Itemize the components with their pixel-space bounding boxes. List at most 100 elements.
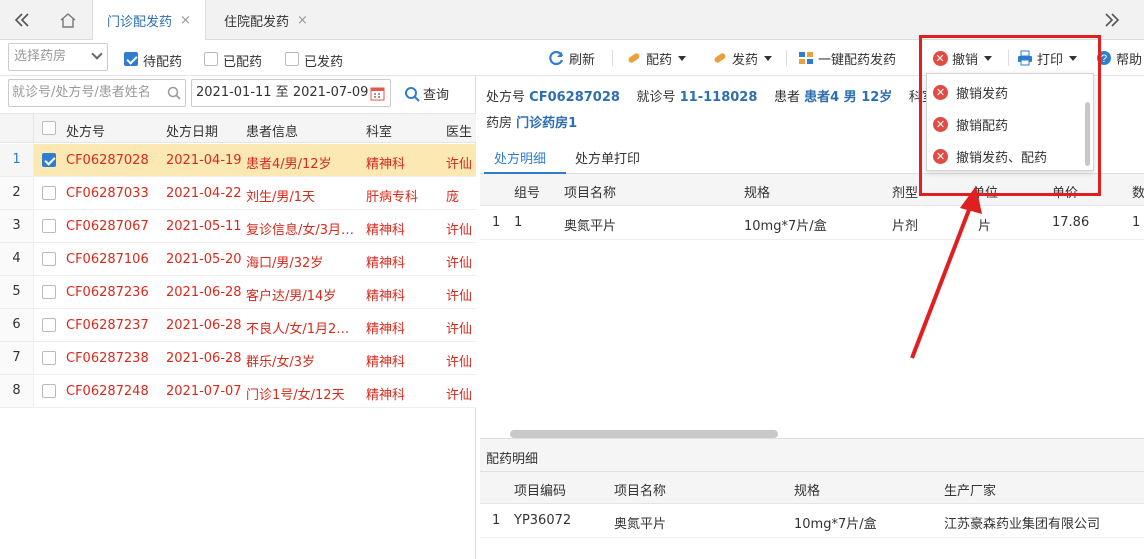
row-number: 3 [0, 210, 34, 242]
search-icon [167, 86, 181, 100]
row-checkbox[interactable] [42, 351, 56, 365]
prescription-table-header: 处方号 处方日期 患者信息 科室 医生 [0, 113, 476, 143]
cell-id: CF06287248 [66, 384, 149, 399]
cell-date: 2021-06-28 [166, 318, 242, 333]
cell-date: 2021-05-11 [166, 219, 242, 234]
col-department[interactable]: 科室 [366, 121, 392, 140]
home-icon [60, 12, 76, 28]
table-row[interactable]: 5 CF06287236 2021-06-28 客户达/男/14岁 精神科 许仙 [0, 276, 476, 309]
row-number: 6 [0, 309, 34, 341]
cell-date: 2021-06-28 [166, 351, 242, 366]
cell-patient: 不良人/女/1月2… [246, 322, 350, 337]
cell-dept: 精神科 [366, 256, 406, 271]
row-number: 1 [0, 144, 34, 176]
col-rx-number[interactable]: 处方号 [66, 121, 105, 140]
prescription-info-line1: 处方号 CF06287028 就诊号 11-118028 患者 患者4 男 12… [486, 86, 952, 105]
tab-rx-detail[interactable]: 处方明细 [494, 148, 546, 167]
row-number-header [0, 114, 34, 142]
cell-id: CF06287033 [66, 186, 149, 201]
table-row[interactable]: 1 1 奥氮平片 10mg*7片/盒 片剂 片 17.86 1 [480, 207, 1144, 240]
prescription-list-panel: 就诊号/处方号/患者姓名 2021-01-11 至 2021-07-09 查询 … [0, 76, 476, 559]
highlight-box [919, 35, 1101, 196]
col-item-name[interactable]: 项目名称 [564, 182, 616, 201]
row-checkbox[interactable] [42, 285, 56, 299]
rx-label: 处方号 [486, 90, 526, 105]
query-label: 查询 [423, 88, 450, 103]
tab-rx-print[interactable]: 处方单打印 [575, 148, 640, 167]
table-row[interactable]: 4 CF06287106 2021-05-20 海口/男/32岁 精神科 许仙 [0, 243, 476, 276]
cell-patient: 刘生/男/1天 [246, 190, 316, 205]
close-icon[interactable]: × [297, 13, 308, 28]
prepare-button[interactable]: 配药 [626, 48, 687, 68]
col-item-code[interactable]: 项目编码 [514, 480, 566, 499]
table-row[interactable]: 6 CF06287237 2021-06-28 不良人/女/1月2… 精神科 许仙 [0, 309, 476, 342]
col-spec[interactable]: 规格 [794, 480, 820, 499]
row-number: 1 [492, 513, 501, 528]
pharmacy-value: 门诊药房1 [516, 116, 578, 131]
close-icon[interactable]: × [180, 13, 191, 28]
dispense-button[interactable]: 发药 [712, 48, 773, 68]
row-checkbox[interactable] [42, 153, 56, 167]
toolbar-divider [612, 50, 613, 66]
collapse-left-button[interactable] [0, 0, 44, 39]
chevron-down-icon [764, 55, 773, 61]
tab-bar: 门诊配发药 × 住院配发药 × [0, 0, 1144, 40]
table-row[interactable]: 1 YP36072 奥氮平片 10mg*7片/盒 江苏豪森药业集团有限公司 [480, 505, 1144, 538]
toolbar-divider [786, 50, 787, 66]
prescription-info-line2: 药房 门诊药房1 [486, 112, 577, 131]
table-row[interactable]: 2 CF06287033 2021-04-22 刘生/男/1天 肝病专科 庞 [0, 177, 476, 210]
cell-date: 2021-04-22 [166, 186, 242, 201]
table-row[interactable]: 7 CF06287238 2021-06-28 群乐/女/3岁 精神科 许仙 [0, 342, 476, 375]
col-spec[interactable]: 规格 [744, 182, 770, 201]
filter-pending-checkbox[interactable] [124, 52, 138, 66]
col-manufacturer[interactable]: 生产厂家 [944, 480, 996, 499]
col-group[interactable]: 组号 [514, 182, 540, 201]
horizontal-scrollbar[interactable] [510, 430, 778, 438]
tab-inpatient[interactable]: 住院配发药 × [210, 0, 322, 40]
tab-outpatient[interactable]: 门诊配发药 × [92, 0, 206, 40]
cell-doctor: 许仙 [446, 289, 473, 304]
row-checkbox[interactable] [42, 186, 56, 200]
cell-doctor: 庞 [446, 190, 460, 205]
row-checkbox[interactable] [42, 318, 56, 332]
row-checkbox[interactable] [42, 219, 56, 233]
date-range-input[interactable]: 2021-01-11 至 2021-07-09 [191, 79, 391, 107]
col-rx-date[interactable]: 处方日期 [166, 121, 218, 140]
filter-dispensed-label: 已发药 [304, 55, 344, 70]
filter-dispensed-checkbox[interactable] [285, 52, 299, 66]
one-click-label: 一键配药发药 [818, 52, 897, 68]
cell-manufacturer: 江苏豪森药业集团有限公司 [944, 517, 1101, 532]
cell-dept: 精神科 [366, 388, 406, 403]
collapse-right-button[interactable] [1090, 0, 1134, 39]
row-checkbox[interactable] [42, 252, 56, 266]
cell-doctor: 许仙 [446, 157, 473, 172]
col-qty[interactable]: 数 [1132, 182, 1144, 201]
pharmacy-select-placeholder: 选择药房 [14, 49, 67, 64]
cell-dept: 肝病专科 [366, 190, 419, 205]
search-input[interactable]: 就诊号/处方号/患者姓名 [8, 79, 186, 107]
row-checkbox[interactable] [42, 384, 56, 398]
refresh-button[interactable]: 刷新 [549, 48, 595, 68]
cell-dept: 精神科 [366, 157, 406, 172]
cell-spec: 10mg*7片/盒 [744, 219, 827, 234]
col-item-name[interactable]: 项目名称 [614, 480, 666, 499]
home-button[interactable] [46, 0, 90, 39]
help-button[interactable]: ? 帮助 [1096, 48, 1142, 68]
filter-prepared-checkbox[interactable] [204, 52, 218, 66]
table-row[interactable]: 8 CF06287248 2021-07-07 门诊1号/女/12天 精神科 许仙 [0, 375, 476, 408]
pharmacy-select[interactable]: 选择药房 [8, 43, 108, 71]
help-label: 帮助 [1116, 52, 1143, 68]
calendar-icon[interactable] [370, 86, 385, 101]
table-row[interactable]: 3 CF06287067 2021-05-11 复诊信息/女/3月… 精神科 许仙 [0, 210, 476, 243]
table-row[interactable]: 1 CF06287028 2021-04-19 患者4/男/12岁 精神科 许仙 [0, 144, 476, 177]
query-button[interactable]: 查询 [404, 84, 449, 103]
pill-icon [626, 50, 642, 66]
one-click-button[interactable]: 一键配药发药 [798, 48, 896, 68]
col-doctor[interactable]: 医生 [446, 121, 472, 140]
chevron-down-icon [678, 55, 687, 61]
cell-date: 2021-04-19 [166, 153, 242, 168]
prep-detail-section: 配药明细 [480, 438, 1144, 472]
pharmacy-label: 药房 [486, 116, 513, 131]
col-patient-info[interactable]: 患者信息 [246, 121, 298, 140]
select-all-checkbox[interactable] [42, 121, 56, 135]
